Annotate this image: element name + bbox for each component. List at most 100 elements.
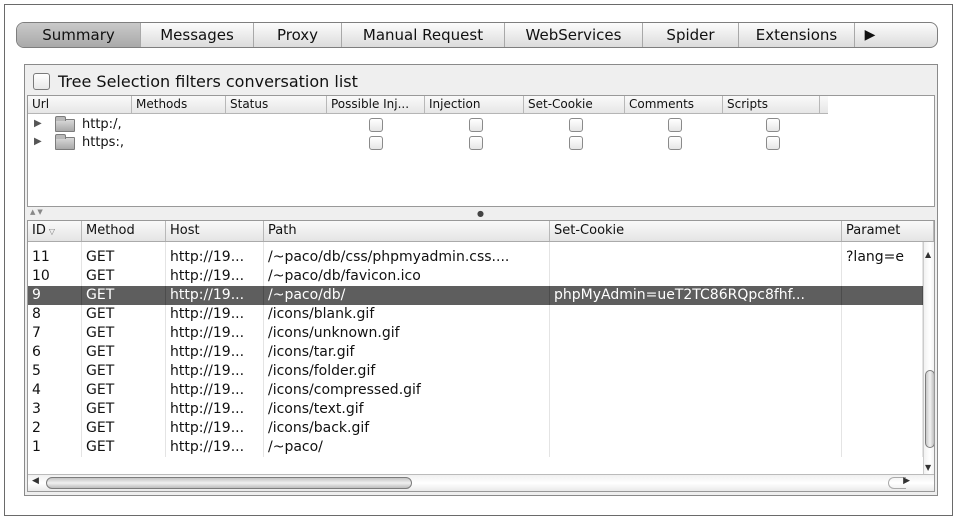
scripts-checkbox[interactable] [766, 118, 780, 132]
cell-method: GET [82, 267, 166, 286]
split-pane-divider[interactable]: ▲▼ ● [27, 208, 935, 219]
tree-row[interactable]: ▶ http:/, [28, 116, 828, 134]
cell-params [842, 381, 923, 400]
col-parameters[interactable]: Paramet [842, 221, 934, 241]
tree-col-scripts[interactable]: Scripts [723, 96, 820, 113]
col-id[interactable]: ID ▽ [28, 221, 82, 241]
col-host[interactable]: Host [166, 221, 264, 241]
expand-arrow-icon[interactable]: ▶ [34, 136, 42, 147]
tree-col-status[interactable]: Status [226, 96, 327, 113]
vertical-scroll-thumb[interactable] [925, 370, 934, 448]
table-rows: 11 GET http://19... /~paco/db/css/phpmya… [28, 242, 923, 474]
collapse-arrows-icon[interactable]: ▲▼ [30, 208, 45, 216]
grip-icon: ● [477, 209, 484, 218]
cell-id: 5 [28, 362, 82, 381]
tab-manual-request[interactable]: Manual Request [342, 23, 505, 47]
table-row-selected[interactable]: 9 GET http://19... /~paco/db/ phpMyAdmin… [28, 286, 923, 305]
cell-cookie: phpMyAdmin=ueT2TC86RQpc8fhf... [550, 286, 842, 305]
cell-method: GET [82, 286, 166, 305]
table-row[interactable]: 11 GET http://19... /~paco/db/css/phpmya… [28, 248, 923, 267]
tree-filter-checkbox[interactable] [33, 72, 50, 90]
tab-summary[interactable]: Summary [17, 23, 141, 47]
cell-method: GET [82, 419, 166, 438]
col-path[interactable]: Path [264, 221, 550, 241]
tree-col-injection[interactable]: Injection [425, 96, 524, 113]
tab-webservices[interactable]: WebServices [505, 23, 643, 47]
table-row[interactable]: 1 GET http://19... /~paco/ [28, 438, 923, 457]
cell-cookie [550, 305, 842, 324]
cell-id: 7 [28, 324, 82, 343]
url-tree-table: Url Methods Status Possible Inj... Injec… [27, 95, 935, 207]
scroll-up-icon[interactable]: ▲ [925, 250, 931, 259]
table-row[interactable]: 10 GET http://19... /~paco/db/favicon.ic… [28, 267, 923, 286]
col-method[interactable]: Method [82, 221, 166, 241]
cell-method: GET [82, 381, 166, 400]
set-cookie-checkbox[interactable] [569, 136, 583, 150]
cell-host: http://19... [166, 362, 264, 381]
scroll-left-icon[interactable]: ◀ [32, 476, 39, 486]
cell-params [842, 267, 923, 286]
set-cookie-checkbox[interactable] [569, 118, 583, 132]
table-row[interactable]: 6 GET http://19... /icons/tar.gif [28, 343, 923, 362]
horizontal-scrollbar[interactable]: ◀ ▶ [28, 474, 934, 491]
tree-header: Url Methods Status Possible Inj... Injec… [28, 96, 828, 114]
sort-descending-icon: ▽ [48, 227, 56, 236]
cell-params [842, 419, 923, 438]
cell-params [842, 305, 923, 324]
cell-cookie [550, 324, 842, 343]
cell-id: 2 [28, 419, 82, 438]
cell-path: /icons/unknown.gif [264, 324, 550, 343]
cell-id: 8 [28, 305, 82, 324]
tree-col-possible-injection[interactable]: Possible Inj... [327, 96, 425, 113]
tab-proxy[interactable]: Proxy [254, 23, 342, 47]
scripts-checkbox[interactable] [766, 136, 780, 150]
cell-method: GET [82, 400, 166, 419]
table-row[interactable]: 4 GET http://19... /icons/compressed.gif [28, 381, 923, 400]
cell-cookie [550, 267, 842, 286]
tree-col-methods[interactable]: Methods [132, 96, 226, 113]
table-row[interactable]: 2 GET http://19... /icons/back.gif [28, 419, 923, 438]
table-row[interactable]: 5 GET http://19... /icons/folder.gif [28, 362, 923, 381]
tree-col-url[interactable]: Url [28, 96, 132, 113]
tree-filter-option[interactable]: Tree Selection filters conversation list [33, 70, 358, 92]
right-triangle-icon: ▶ [864, 27, 876, 43]
scroll-down-icon[interactable]: ▼ [925, 463, 931, 472]
tree-col-comments[interactable]: Comments [625, 96, 723, 113]
cell-method: GET [82, 305, 166, 324]
cell-cookie [550, 362, 842, 381]
cell-id: 6 [28, 343, 82, 362]
vertical-scrollbar[interactable]: ▲ ▼ [923, 242, 934, 474]
possible-injection-checkbox[interactable] [369, 136, 383, 150]
injection-checkbox[interactable] [469, 136, 483, 150]
cell-id: 10 [28, 267, 82, 286]
tab-overflow-button[interactable]: ▶ [855, 23, 885, 47]
cell-id: 4 [28, 381, 82, 400]
horizontal-scroll-thumb[interactable] [46, 477, 412, 489]
folder-icon [55, 134, 75, 150]
comments-checkbox[interactable] [668, 136, 682, 150]
table-row[interactable]: 7 GET http://19... /icons/unknown.gif [28, 324, 923, 343]
cell-host: http://19... [166, 419, 264, 438]
cell-path: /~paco/db/css/phpmyadmin.css.... [264, 248, 550, 267]
tab-messages[interactable]: Messages [141, 23, 254, 47]
col-set-cookie[interactable]: Set-Cookie [550, 221, 842, 241]
scroll-right-icon[interactable]: ▶ [903, 476, 910, 486]
table-row[interactable]: 3 GET http://19... /icons/text.gif [28, 400, 923, 419]
tree-row[interactable]: ▶ https:, [28, 134, 828, 152]
cell-path: /icons/folder.gif [264, 362, 550, 381]
possible-injection-checkbox[interactable] [369, 118, 383, 132]
expand-arrow-icon[interactable]: ▶ [34, 118, 42, 129]
cell-host: http://19... [166, 267, 264, 286]
cell-params [842, 400, 923, 419]
cell-host: http://19... [166, 438, 264, 457]
injection-checkbox[interactable] [469, 118, 483, 132]
cell-params [842, 438, 923, 457]
cell-method: GET [82, 343, 166, 362]
table-row[interactable]: 8 GET http://19... /icons/blank.gif [28, 305, 923, 324]
tree-url: http:/, [82, 117, 122, 132]
tab-spider[interactable]: Spider [643, 23, 739, 47]
tree-col-set-cookie[interactable]: Set-Cookie [524, 96, 625, 113]
tab-extensions[interactable]: Extensions [739, 23, 855, 47]
comments-checkbox[interactable] [668, 118, 682, 132]
cell-params [842, 362, 923, 381]
